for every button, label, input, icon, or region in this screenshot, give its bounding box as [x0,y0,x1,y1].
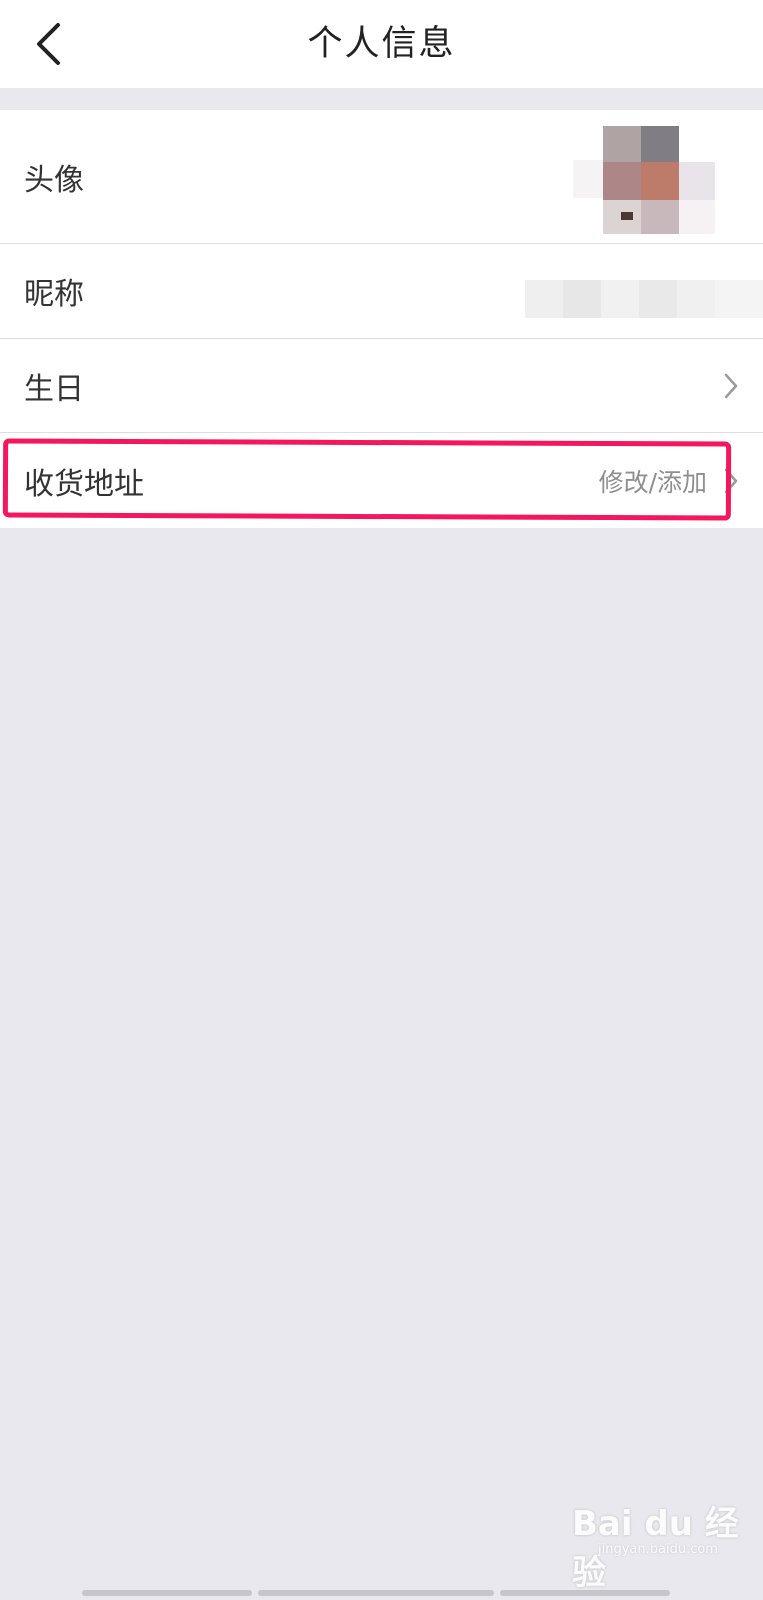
profile-info-list: 头像 昵称 生日 收货地址 修改/添加 [0,110,763,528]
avatar-image[interactable] [565,124,715,236]
home-indicator-segment [258,1590,494,1596]
chevron-right-icon [724,468,738,493]
watermark-url: jingyan.baidu.com [598,1542,718,1557]
nickname-value-blurred [525,280,763,318]
page-title: 个人信息 [307,24,456,64]
row-label-shipping-address: 收货地址 [24,466,144,502]
row-value-shipping-address: 修改/添加 [598,467,707,497]
row-avatar[interactable]: 头像 [0,110,763,244]
row-label-nickname: 昵称 [24,277,84,312]
row-nickname[interactable]: 昵称 [0,244,763,339]
home-indicator-segment [82,1590,252,1596]
row-label-birthday: 生日 [24,371,84,407]
home-indicator-segment [500,1590,670,1596]
nav-bar: 个人信息 [0,0,763,88]
row-birthday[interactable]: 生日 [0,339,763,433]
watermark: Bai du 经验 jingyan.baidu.com [572,1496,742,1593]
row-shipping-address[interactable]: 收货地址 修改/添加 [0,433,763,528]
row-label-avatar: 头像 [24,162,84,198]
chevron-right-icon [724,373,738,398]
